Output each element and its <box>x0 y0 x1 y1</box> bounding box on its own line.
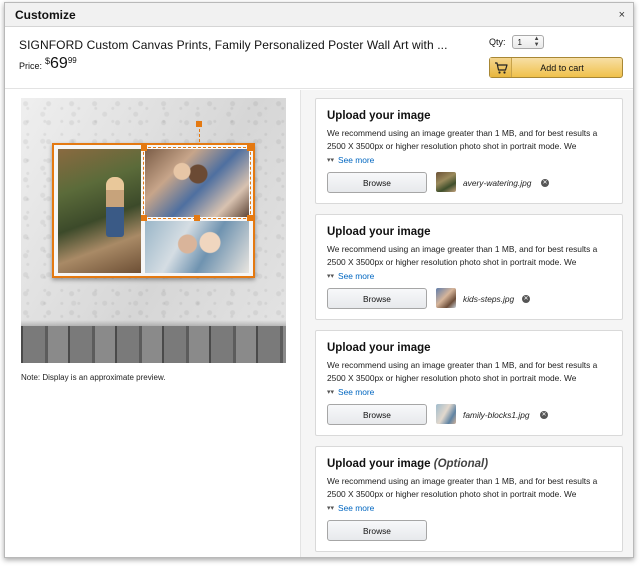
selection-box <box>143 147 251 219</box>
upload-column: Upload your image We recommend using an … <box>301 90 633 557</box>
product-header: SIGNFORD Custom Canvas Prints, Family Pe… <box>5 27 633 89</box>
browse-button[interactable]: Browse <box>327 520 427 541</box>
see-more-link[interactable]: ▾▾ See more <box>327 387 374 397</box>
upload-card-4: Upload your image (Optional) We recommen… <box>315 446 623 552</box>
chevron-down-icon: ▾▾ <box>327 157 335 164</box>
upload-title: Upload your image <box>327 110 431 122</box>
see-more-label: See more <box>338 271 375 281</box>
price-whole: 69 <box>50 55 68 72</box>
uploaded-thumbnail <box>436 404 456 424</box>
upload-title-text: Upload your image <box>327 342 431 354</box>
upload-card-2: Upload your image We recommend using an … <box>315 214 623 320</box>
uploaded-thumbnail <box>436 288 456 308</box>
remove-file-icon[interactable]: ✕ <box>540 411 548 419</box>
wood-floor <box>21 326 286 363</box>
photo-figure <box>175 229 225 259</box>
see-more-link[interactable]: ▾▾ See more <box>327 155 374 165</box>
dialog-title: Customize <box>15 7 76 22</box>
preview-note: Note: Display is an approximate preview. <box>21 373 166 382</box>
chevron-down-icon: ▾▾ <box>327 273 335 280</box>
uploaded-file-name: kids-steps.jpg <box>463 294 515 304</box>
remove-file-icon[interactable]: ✕ <box>541 179 549 187</box>
upload-description: We recommend using an image greater than… <box>327 476 598 499</box>
photo-figure <box>106 177 124 237</box>
resize-handle[interactable] <box>247 215 253 221</box>
upload-card-3: Upload your image We recommend using an … <box>315 330 623 436</box>
rotate-handle[interactable] <box>196 121 202 127</box>
select-arrows-icon: ▲ ▼ <box>533 36 540 48</box>
product-title: SIGNFORD Custom Canvas Prints, Family Pe… <box>19 38 448 52</box>
dialog-title-bar: Customize × <box>5 3 633 27</box>
remove-file-icon[interactable]: ✕ <box>522 295 530 303</box>
upload-title: Upload your image <box>327 342 431 354</box>
uploaded-file-name: avery-watering.jpg <box>463 178 532 188</box>
add-to-cart-button[interactable]: Add to cart <box>489 57 623 78</box>
close-icon[interactable]: × <box>619 9 625 21</box>
resize-handle[interactable] <box>194 215 200 221</box>
browse-button[interactable]: Browse <box>327 172 427 193</box>
quantity-value: 1 <box>517 37 522 47</box>
optional-tag: (Optional) <box>433 458 489 470</box>
upload-description: We recommend using an image greater than… <box>327 128 598 151</box>
see-more-link[interactable]: ▾▾ See more <box>327 503 374 513</box>
add-to-cart-label: Add to cart <box>540 62 584 73</box>
price: Price: $ 69 99 <box>19 55 77 73</box>
uploaded-thumbnail <box>436 172 456 192</box>
upload-title: Upload your image <box>327 226 431 238</box>
price-label: Price: <box>19 61 43 71</box>
upload-description: We recommend using an image greater than… <box>327 244 598 267</box>
see-more-label: See more <box>338 387 375 397</box>
canvas-print <box>52 143 255 278</box>
quantity-row: Qty: 1 ▲ ▼ <box>489 35 544 49</box>
upload-title-text: Upload your image <box>327 110 431 122</box>
see-more-label: See more <box>338 503 375 513</box>
resize-handle[interactable] <box>141 145 147 151</box>
upload-title-text: Upload your image <box>327 458 431 470</box>
upload-description: We recommend using an image greater than… <box>327 360 598 383</box>
dialog-body: Note: Display is an approximate preview.… <box>5 90 633 557</box>
see-more-link[interactable]: ▾▾ See more <box>327 271 374 281</box>
cart-icon <box>490 58 512 77</box>
upload-title-text: Upload your image <box>327 226 431 238</box>
price-fraction: 99 <box>67 56 77 65</box>
browse-button[interactable]: Browse <box>327 404 427 425</box>
upload-title: Upload your image (Optional) <box>327 458 488 470</box>
preview-column: Note: Display is an approximate preview. <box>5 90 301 557</box>
resize-handle[interactable] <box>247 145 253 151</box>
browse-button[interactable]: Browse <box>327 288 427 309</box>
uploaded-file-name: family-blocks1.jpg <box>463 410 530 420</box>
customize-dialog: Customize × SIGNFORD Custom Canvas Print… <box>4 2 634 558</box>
upload-card-1: Upload your image We recommend using an … <box>315 98 623 204</box>
photo-slot-3[interactable] <box>145 221 249 273</box>
see-more-label: See more <box>338 155 375 165</box>
quantity-label: Qty: <box>489 37 506 47</box>
wall-preview <box>21 98 286 363</box>
chevron-down-icon: ▾▾ <box>327 389 335 396</box>
quantity-select[interactable]: 1 ▲ ▼ <box>511 35 544 49</box>
chevron-down-icon: ▾▾ <box>327 505 335 512</box>
photo-slot-1[interactable] <box>58 149 141 273</box>
resize-handle[interactable] <box>141 215 147 221</box>
